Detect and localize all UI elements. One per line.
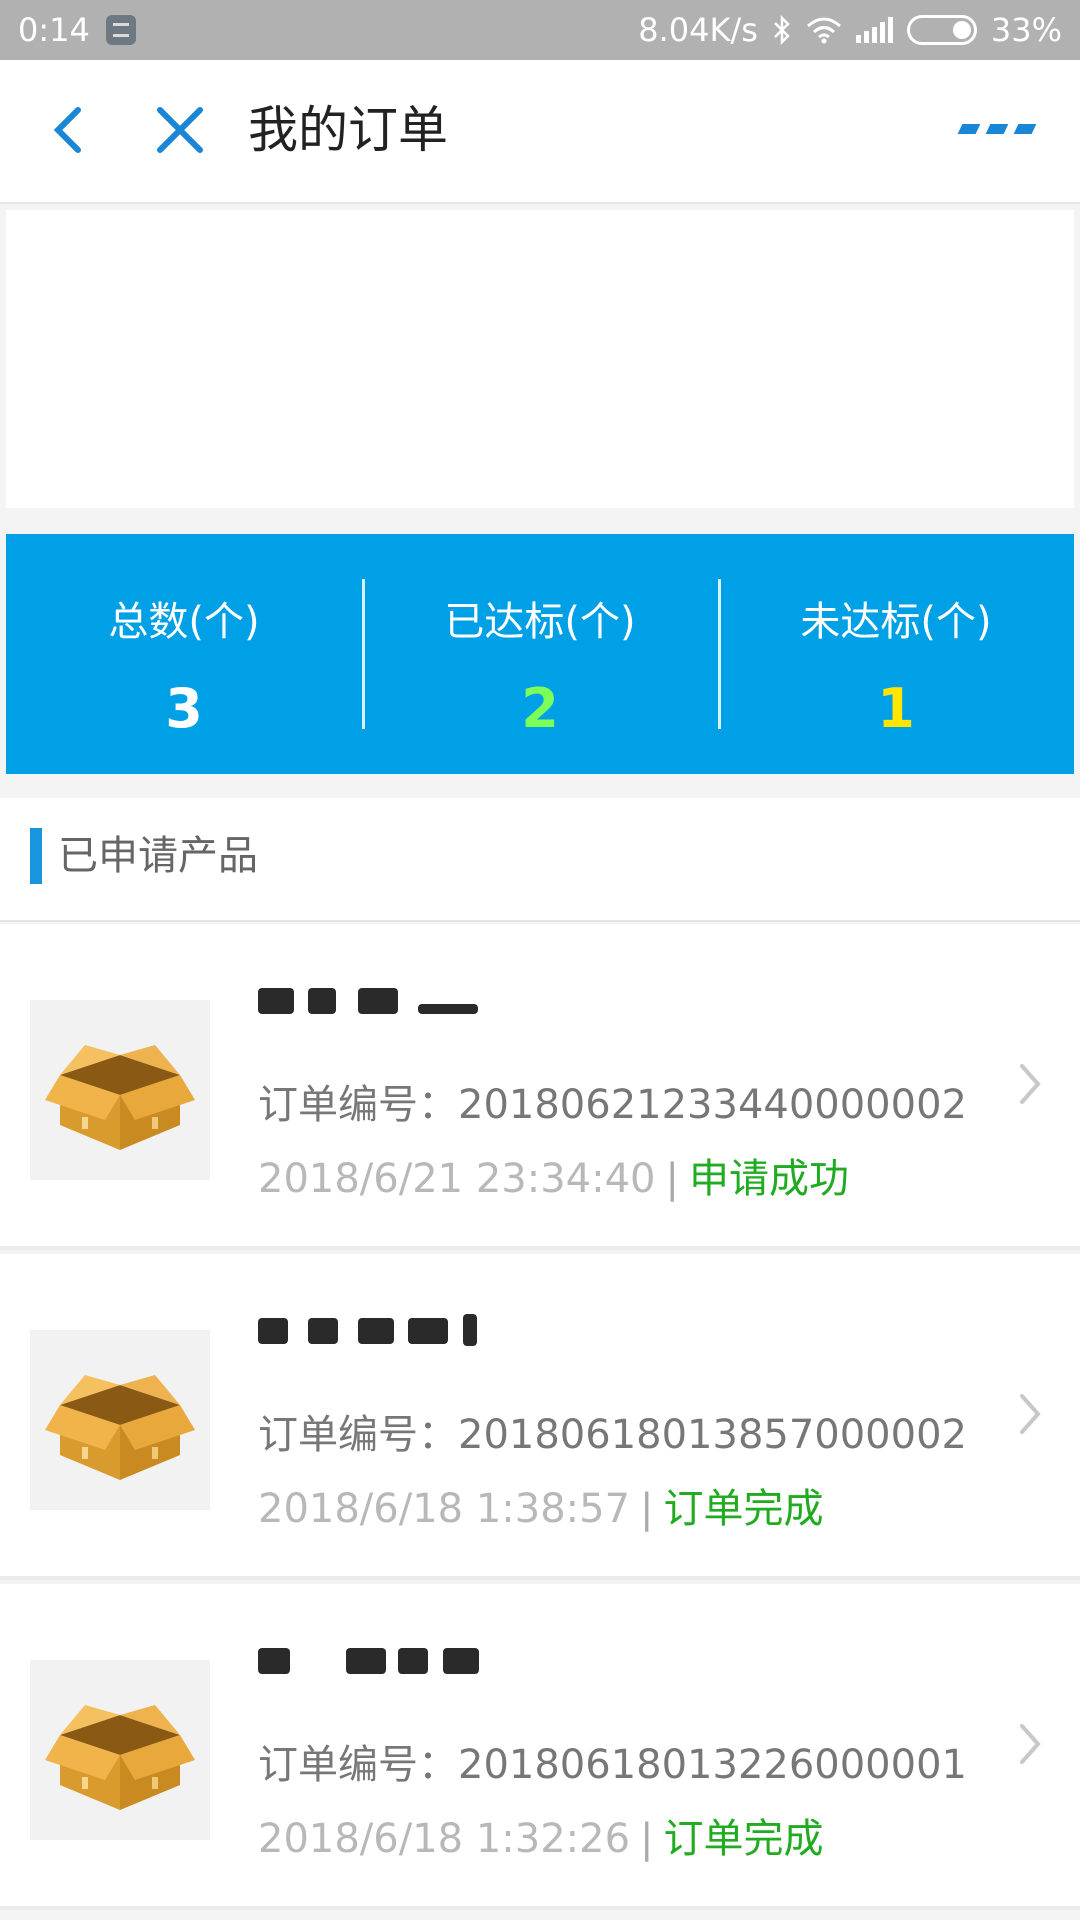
box-icon: [30, 1330, 210, 1510]
section-header: 已申请产品: [0, 798, 1080, 922]
box-icon: [30, 1660, 210, 1840]
chevron-right-icon: [1020, 1394, 1041, 1434]
order-number: 订单编号：20180621233440000002: [258, 1082, 967, 1128]
order-status: 订单完成: [663, 1486, 824, 1532]
stat-value: 3: [165, 677, 203, 740]
separator: |: [640, 1816, 654, 1862]
stat-label: 已达标(个): [444, 599, 636, 645]
wifi-icon: [806, 17, 841, 44]
order-number: 订单编号：20180618013857000002: [258, 1412, 967, 1458]
chevron-right-icon: [1020, 1064, 1041, 1104]
order-item[interactable]: 订单编号：20180618013226000001 2018/6/18 1:32…: [0, 1584, 1080, 1910]
notification-icon: [105, 15, 136, 45]
separator: |: [665, 1156, 679, 1202]
order-date: 2018/6/18 1:38:57: [258, 1486, 631, 1532]
close-icon[interactable]: [150, 100, 210, 160]
order-name-redacted: [258, 1634, 518, 1690]
stat-label: 未达标(个): [800, 599, 992, 645]
more-icon[interactable]: [957, 124, 1037, 134]
banner-area: [6, 210, 1074, 508]
stat-value: 2: [521, 677, 559, 740]
order-name-redacted: [258, 974, 518, 1030]
order-meta: 2018/6/18 1:32:26 | 订单完成: [258, 1806, 824, 1864]
order-name-redacted: [258, 1304, 518, 1360]
stat-total: 总数(个) 3: [6, 579, 362, 740]
status-bar: 0:14 8.04K/s 33%: [0, 0, 1080, 60]
order-meta: 2018/6/18 1:38:57 | 订单完成: [258, 1476, 824, 1534]
order-date: 2018/6/18 1:32:26: [258, 1816, 631, 1862]
chevron-left-icon[interactable]: [40, 100, 100, 160]
stat-label: 总数(个): [108, 599, 260, 645]
section-title: 已申请产品: [58, 833, 258, 879]
order-status: 申请成功: [688, 1156, 849, 1202]
order-status: 订单完成: [663, 1816, 824, 1862]
battery-percent: 33%: [990, 11, 1062, 49]
order-item[interactable]: 订单编号：20180618013857000002 2018/6/18 1:38…: [0, 1254, 1080, 1580]
separator: |: [640, 1486, 654, 1532]
order-item[interactable]: 订单编号：20180621233440000002 2018/6/21 23:3…: [0, 924, 1080, 1250]
order-number: 订单编号：20180618013226000001: [258, 1742, 967, 1788]
battery-icon: [906, 15, 977, 45]
stats-panel: 总数(个) 3 已达标(个) 2 未达标(个) 1: [6, 534, 1074, 774]
bluetooth-icon: [773, 15, 790, 45]
box-icon: [30, 1000, 210, 1180]
page-title: 我的订单: [248, 101, 448, 159]
network-speed: 8.04K/s: [638, 11, 758, 49]
order-date: 2018/6/21 23:34:40: [258, 1156, 656, 1202]
status-time: 0:14: [18, 11, 90, 49]
chevron-right-icon: [1020, 1724, 1041, 1764]
order-meta: 2018/6/21 23:34:40 | 申请成功: [258, 1146, 849, 1204]
nav-bar: 我的订单: [0, 60, 1080, 204]
signal-icon: [855, 17, 893, 43]
stat-not-reached: 未达标(个) 1: [718, 579, 1074, 740]
stat-reached: 已达标(个) 2: [362, 579, 718, 740]
stat-value: 1: [877, 677, 915, 740]
section-accent-bar: [30, 828, 42, 884]
